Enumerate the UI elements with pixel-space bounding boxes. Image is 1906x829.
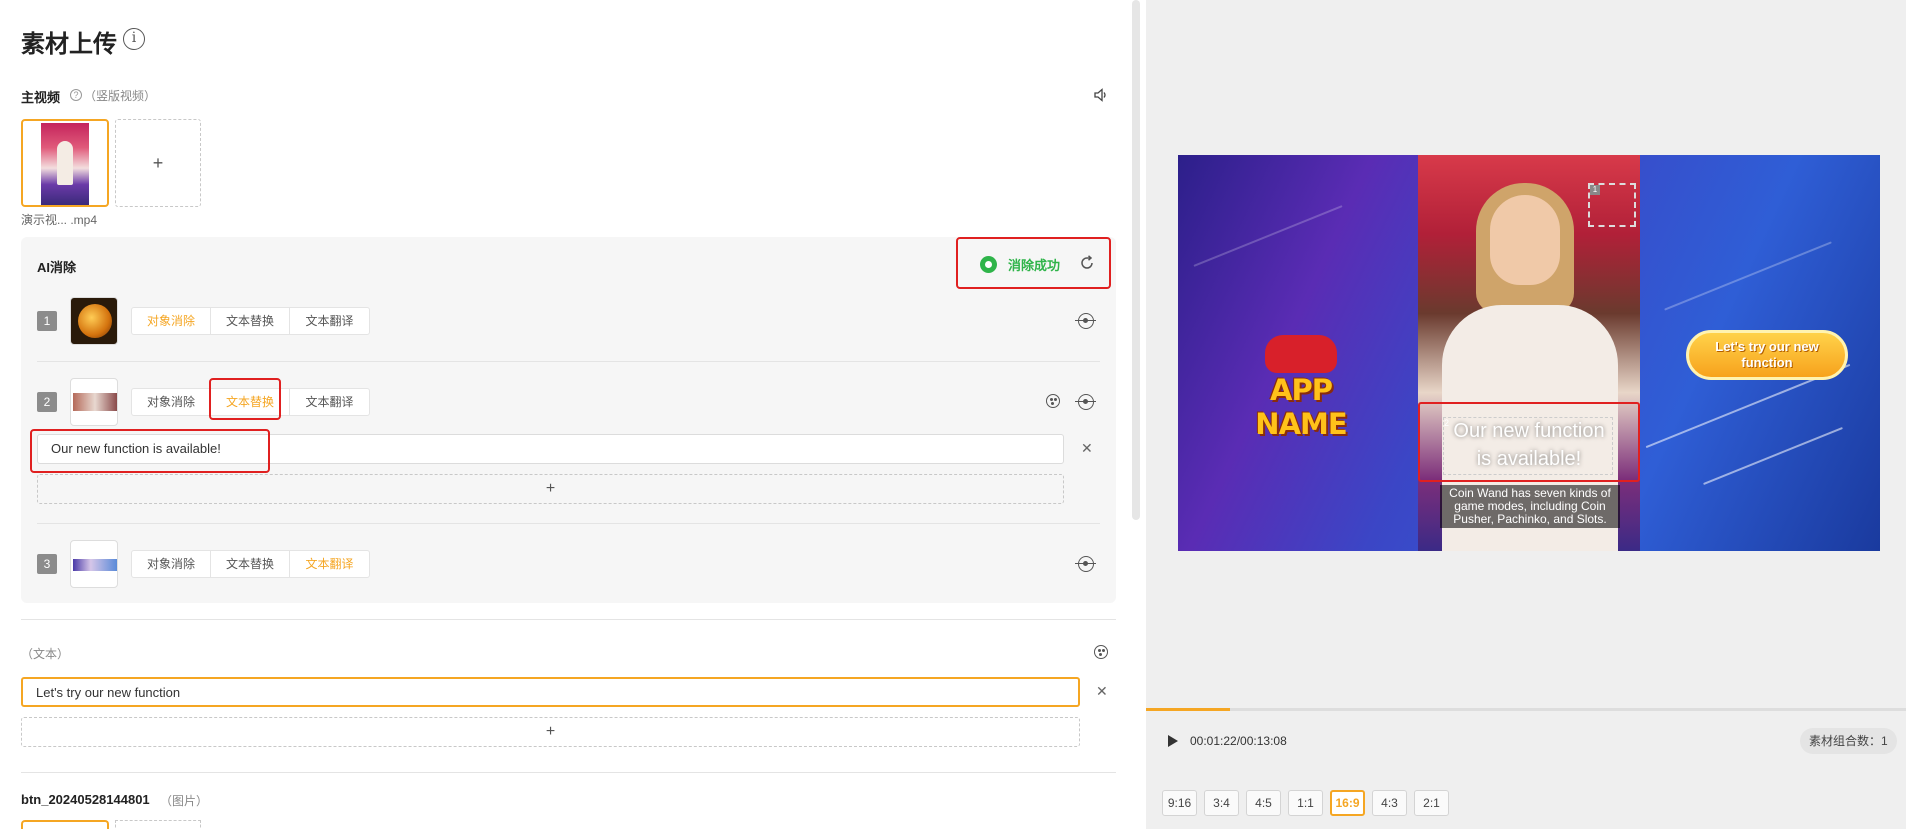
- row-1-tabs: 对象消除 文本替换 文本翻译: [131, 307, 370, 335]
- add-image-button[interactable]: [115, 820, 201, 829]
- app-logo: APP NAME: [1226, 335, 1376, 441]
- ratio-4-3[interactable]: 4:3: [1372, 790, 1407, 816]
- tab-object-remove[interactable]: 对象消除: [132, 551, 211, 577]
- cta-text-input[interactable]: Let's try our new function: [21, 677, 1080, 707]
- ai-remove-panel: AI消除 消除成功 1 对象消除 文本替换 文本翻译 2 对象消除 文本替换 文…: [21, 237, 1116, 603]
- tab-text-translate[interactable]: 文本翻译: [290, 308, 369, 334]
- tab-text-replace[interactable]: 文本替换: [211, 308, 290, 334]
- region-number: 1: [1590, 185, 1600, 195]
- locate-icon[interactable]: [1075, 313, 1096, 329]
- overlay-highlight: [1418, 402, 1640, 482]
- video-person: [57, 141, 73, 185]
- text-section-label: （文本）: [21, 647, 70, 661]
- light-streak: [1703, 426, 1843, 486]
- tab-text-translate[interactable]: 文本翻译: [290, 551, 369, 577]
- left-panel: 素材上传 i 主视频 ? （竖版视频） + 演示视... .mp4 AI消除 消…: [0, 0, 1140, 829]
- palette-icon[interactable]: [1094, 645, 1108, 659]
- row-thumbnail: [70, 540, 118, 588]
- page-title: 素材上传: [21, 31, 117, 58]
- locate-icon[interactable]: [1075, 394, 1096, 410]
- tab-text-translate[interactable]: 文本翻译: [290, 389, 369, 415]
- input-highlight: [30, 429, 270, 473]
- speaker-icon[interactable]: [1094, 88, 1108, 102]
- cta-button-preview[interactable]: Let's try our new function: [1686, 330, 1848, 380]
- divider: [21, 772, 1116, 773]
- image-section-label: btn_20240528144801: [21, 792, 150, 807]
- image-section-sub-label: （图片）: [160, 794, 209, 808]
- add-main-video-button[interactable]: +: [115, 119, 201, 207]
- divider: [37, 523, 1100, 524]
- ratio-3-4[interactable]: 3:4: [1204, 790, 1239, 816]
- time-display: 00:01:22/00:13:08: [1190, 734, 1287, 748]
- add-text-button[interactable]: +: [21, 717, 1080, 747]
- ratio-16-9[interactable]: 16:9: [1330, 790, 1365, 816]
- left-scrollbar[interactable]: [1132, 0, 1140, 520]
- close-icon[interactable]: ✕: [1096, 683, 1108, 700]
- divider: [37, 361, 1100, 362]
- ratio-1-1[interactable]: 1:1: [1288, 790, 1323, 816]
- app-name: APP NAME: [1255, 373, 1347, 441]
- preview-canvas: APP NAME Let's try our new function 1 2 …: [1178, 155, 1880, 551]
- row-thumbnail: [70, 378, 118, 426]
- close-icon[interactable]: ✕: [1081, 440, 1093, 457]
- row-number: 3: [37, 554, 57, 574]
- main-video-label: 主视频: [21, 90, 61, 105]
- row-3-tabs: 对象消除 文本替换 文本翻译: [131, 550, 370, 578]
- tab-text-replace[interactable]: 文本替换: [211, 551, 290, 577]
- status-text: 消除成功: [1008, 258, 1061, 273]
- tab-highlight: [209, 378, 281, 420]
- combo-count-badge: 素材组合数：1: [1800, 728, 1897, 754]
- tab-object-remove[interactable]: 对象消除: [132, 308, 211, 334]
- aspect-ratio-selector: 9:16 3:4 4:5 1:1 16:9 4:3 2:1: [1162, 790, 1449, 816]
- image-thumbnail[interactable]: [21, 820, 109, 829]
- light-streak: [1193, 205, 1343, 267]
- help-icon[interactable]: ?: [70, 89, 82, 101]
- success-icon: [980, 256, 997, 273]
- locate-icon[interactable]: [1075, 556, 1096, 572]
- boxing-gloves-icon: [1265, 335, 1337, 373]
- refresh-icon[interactable]: [1078, 254, 1096, 272]
- ai-remove-title: AI消除: [37, 260, 77, 275]
- tab-object-remove[interactable]: 对象消除: [132, 389, 211, 415]
- row-number: 2: [37, 392, 57, 412]
- main-video-sub-label: （竖版视频）: [84, 89, 157, 103]
- preview-panel: APP NAME Let's try our new function 1 2 …: [1146, 0, 1906, 829]
- palette-icon[interactable]: [1046, 394, 1060, 408]
- ratio-9-16[interactable]: 9:16: [1162, 790, 1197, 816]
- ratio-2-1[interactable]: 2:1: [1414, 790, 1449, 816]
- main-video-thumbnail[interactable]: [21, 119, 109, 207]
- row-number: 1: [37, 311, 57, 331]
- info-icon[interactable]: i: [123, 28, 145, 50]
- row-thumbnail: [70, 297, 118, 345]
- video-caption: Coin Wand has seven kinds of game modes,…: [1440, 485, 1620, 528]
- play-icon[interactable]: [1168, 735, 1178, 747]
- add-text-button[interactable]: +: [37, 474, 1064, 504]
- main-video-filename: 演示视... .mp4: [21, 213, 98, 227]
- person-face: [1490, 195, 1560, 285]
- progress-bar[interactable]: [1146, 708, 1906, 711]
- progress-fill: [1146, 708, 1230, 711]
- preview-video: 1 2 Our new function is available! Coin …: [1418, 155, 1640, 551]
- divider: [21, 619, 1116, 620]
- status-highlight: 消除成功: [956, 237, 1111, 289]
- light-streak: [1664, 241, 1832, 311]
- ratio-4-5[interactable]: 4:5: [1246, 790, 1281, 816]
